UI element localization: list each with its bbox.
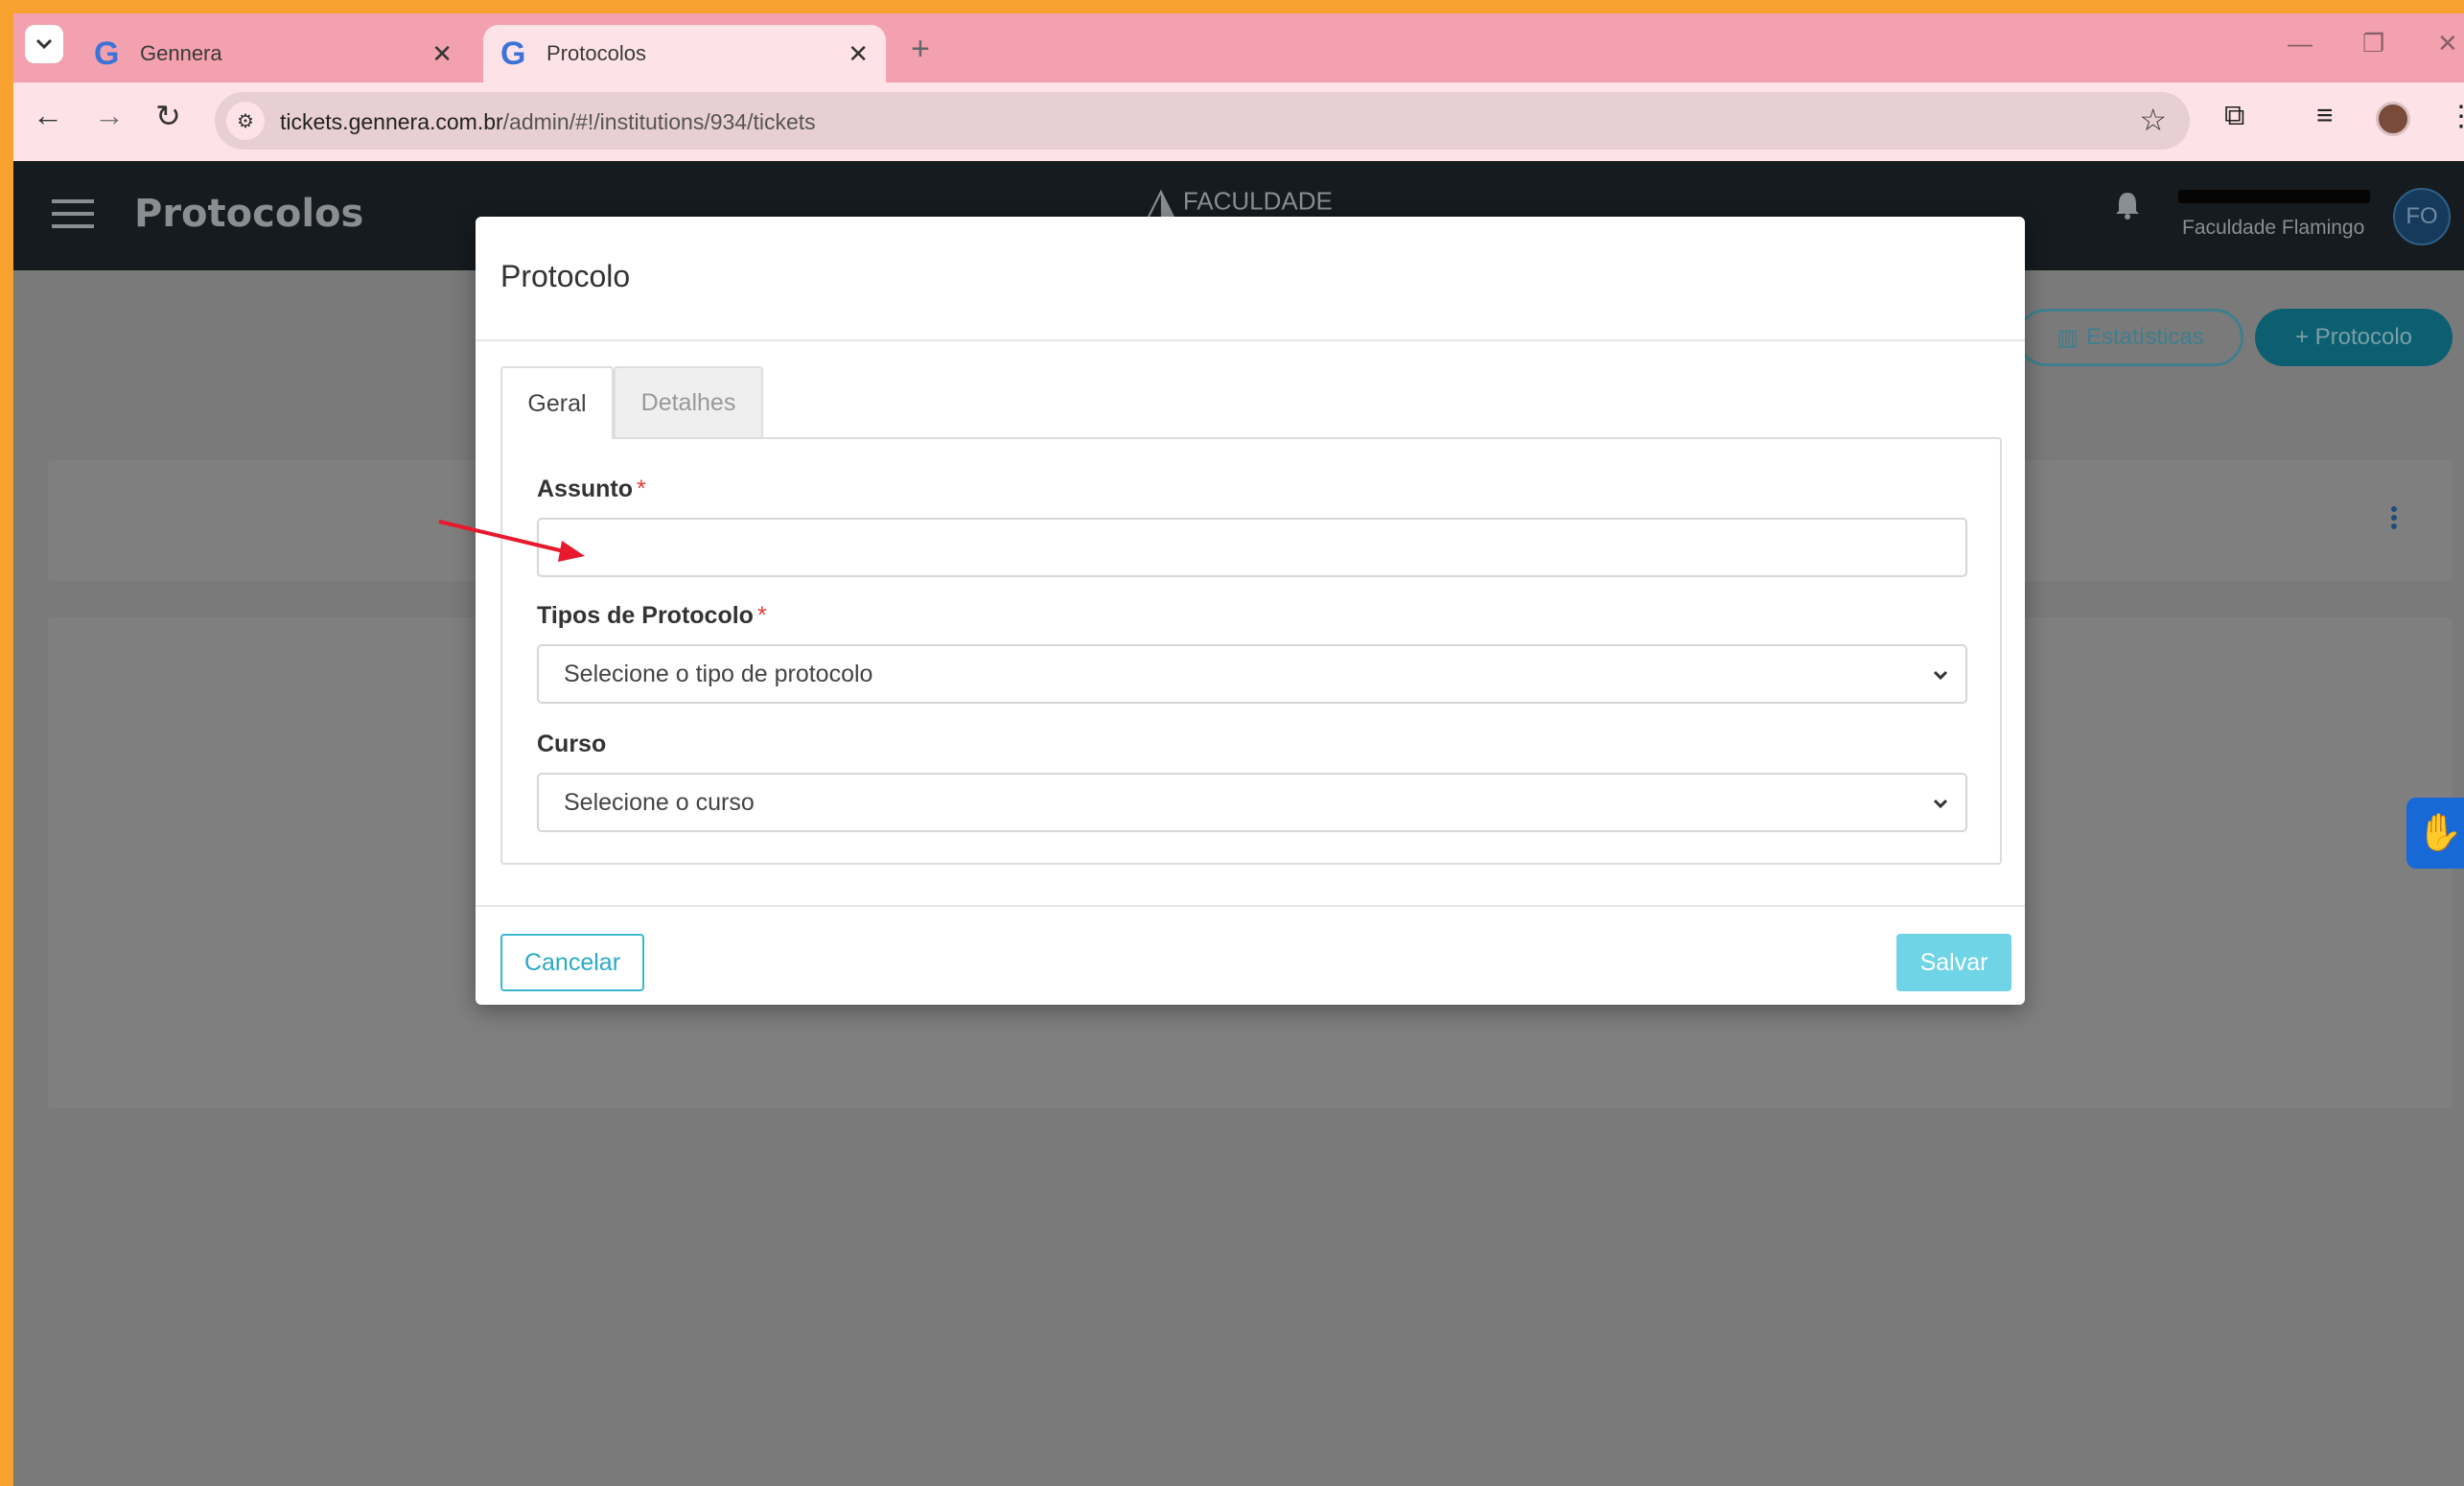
user-name-redacted [2178, 190, 2370, 203]
google-icon: G [500, 35, 526, 72]
extensions-icon[interactable]: ⧉ [2224, 100, 2244, 132]
bookmark-star-icon[interactable]: ☆ [2139, 102, 2167, 138]
more-options-icon[interactable] [2391, 506, 2397, 532]
new-protocol-button[interactable]: + Protocolo [2255, 309, 2452, 366]
close-icon[interactable]: ✕ [431, 39, 453, 69]
bell-icon[interactable] [2113, 190, 2142, 221]
protocol-type-select[interactable]: Selecione o tipo de protocolo [537, 644, 1967, 704]
tab-detalhes[interactable]: Detalhes [614, 366, 763, 437]
save-button[interactable]: Salvar [1896, 934, 2011, 991]
media-control-icon[interactable]: ≡ [2316, 100, 2334, 132]
close-icon[interactable]: ✕ [848, 39, 869, 69]
modal-title: Protocolo [500, 259, 631, 293]
browser-toolbar: ← → ↻ ⚙ tickets.gennera.com.br/admin/#!/… [13, 82, 2464, 161]
restore-icon[interactable]: ❐ [2362, 29, 2384, 58]
address-bar[interactable]: ⚙ tickets.gennera.com.br/admin/#!/instit… [215, 92, 2190, 150]
statistics-button[interactable]: ▥ Estatísticas [2017, 309, 2243, 366]
browser-tab-gennera[interactable]: G Gennera ✕ [77, 25, 470, 82]
accessibility-hands-icon[interactable]: ✋ [2406, 798, 2464, 869]
divider [476, 905, 2025, 907]
url-text: tickets.gennera.com.br/admin/#!/institut… [280, 109, 816, 134]
tab-geral[interactable]: Geral [500, 366, 614, 439]
reload-icon[interactable]: ↻ [155, 98, 181, 134]
new-tab-icon[interactable]: + [911, 31, 930, 68]
course-select[interactable]: Selecione o curso [537, 773, 1967, 832]
protocol-modal: Protocolo Geral Detalhes Assunto * Tipos … [476, 217, 2025, 1005]
window-close-icon[interactable]: ✕ [2437, 29, 2458, 58]
protocol-type-label: Tipos de Protocolo * [537, 602, 767, 629]
user-institution: Faculdade Flamingo [2182, 217, 2365, 239]
chevron-down-icon [1933, 799, 1948, 809]
back-icon[interactable]: ← [33, 98, 63, 133]
tab-title: Gennera [140, 41, 222, 65]
divider [476, 339, 2025, 341]
browser-tab-protocolos[interactable]: G Protocolos ✕ [483, 25, 886, 82]
browser-window: G Gennera ✕ G Protocolos ✕ + — ❐ ✕ ← → ↻… [13, 13, 2464, 1486]
tab-strip: G Gennera ✕ G Protocolos ✕ + — ❐ ✕ [13, 13, 2464, 82]
protocol-type-selected: Selecione o tipo de protocolo [564, 660, 873, 687]
subject-input[interactable] [537, 518, 1967, 577]
tab-panel-geral: Assunto * Tipos de Protocolo * Selecione o… [500, 437, 2002, 865]
profile-avatar[interactable] [2376, 102, 2410, 136]
course-selected: Selecione o curso [564, 788, 755, 816]
tab-title: Protocolos [546, 41, 646, 65]
user-avatar[interactable]: FO [2393, 188, 2451, 245]
tab-search-button[interactable] [25, 25, 63, 63]
course-label: Curso [537, 731, 607, 757]
annotation-arrow-icon [438, 520, 585, 562]
minimize-icon[interactable]: — [2288, 29, 2313, 58]
subject-label: Assunto * [537, 476, 646, 502]
forward-icon[interactable]: → [94, 98, 125, 133]
chart-icon: ▥ [2057, 324, 2079, 351]
menu-dots-icon[interactable]: ⋮ [2447, 100, 2464, 133]
chevron-down-icon [1933, 670, 1948, 681]
chevron-down-icon [35, 38, 53, 50]
google-icon: G [94, 35, 120, 72]
site-settings-icon[interactable]: ⚙ [226, 102, 265, 140]
hamburger-menu-icon[interactable] [52, 199, 94, 237]
cancel-button[interactable]: Cancelar [500, 934, 644, 991]
page-title: Protocolos [134, 192, 364, 236]
